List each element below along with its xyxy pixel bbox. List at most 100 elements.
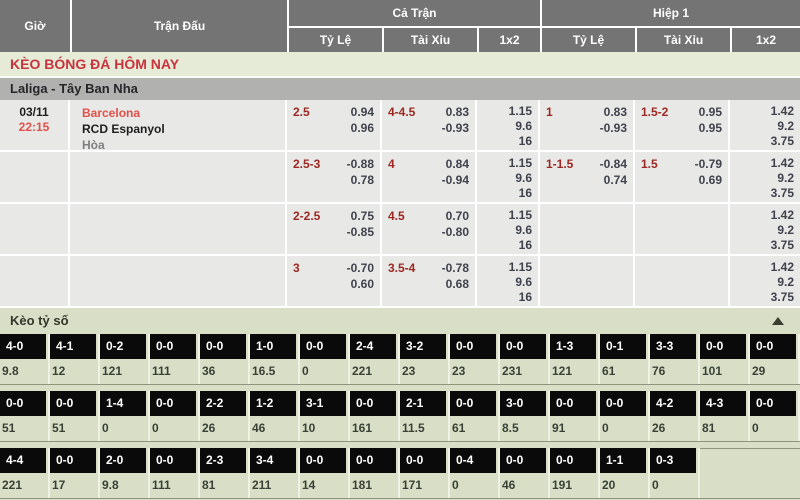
score-odds-cell[interactable]: 2-4221 [350, 334, 400, 384]
score-odds-cell[interactable]: 0-00 [150, 391, 200, 441]
score-odds-cell[interactable]: 0-017 [50, 448, 100, 498]
score-odds-cell[interactable]: 0-40 [450, 448, 500, 498]
match-cell [70, 256, 287, 306]
score-label: 3-1 [300, 391, 346, 416]
h1-handicap-cell[interactable]: 1-1.5 -0.84 0.74 [540, 152, 635, 202]
score-odds-cell[interactable]: 4-09.8 [0, 334, 50, 384]
score-label: 0-0 [600, 391, 646, 416]
score-odds-cell[interactable]: 1-40 [100, 391, 150, 441]
score-odds-cell[interactable]: 0-30 [650, 448, 700, 498]
handicap-line: 1 [546, 104, 553, 120]
score-odds-cell[interactable]: 0-029 [750, 334, 800, 384]
score-odds-cell[interactable]: 0-014 [300, 448, 350, 498]
score-odds-value: 221 [350, 359, 398, 384]
score-odds-cell[interactable]: 3-376 [650, 334, 700, 384]
score-odds-cell[interactable]: 3-4211 [250, 448, 300, 498]
handicap-line: 3 [293, 260, 300, 276]
score-odds-cell[interactable]: 1-016.5 [250, 334, 300, 384]
time-cell [0, 152, 70, 202]
score-odds-cell[interactable]: 0-091 [550, 391, 600, 441]
h1-1x2-cell[interactable]: 1.42 9.2 3.75 [730, 204, 800, 254]
ft-handicap-cell[interactable]: 2.5-3 -0.88 0.78 [287, 152, 382, 202]
score-odds-cell[interactable]: 2-226 [200, 391, 250, 441]
score-odds-cell[interactable]: 4-226 [650, 391, 700, 441]
score-odds-cell[interactable]: 0-046 [500, 448, 550, 498]
score-odds-cell[interactable]: 0-2121 [100, 334, 150, 384]
h1-1x2-cell[interactable]: 1.42 9.2 3.75 [730, 100, 800, 153]
score-odds-cell[interactable]: 1-246 [250, 391, 300, 441]
h1-1x2-cell[interactable]: 1.42 9.2 3.75 [730, 152, 800, 202]
score-odds-cell[interactable]: 2-381 [200, 448, 250, 498]
handicap-line: 2.5 [293, 104, 310, 120]
score-odds-cell[interactable]: 0-00 [300, 334, 350, 384]
away-team[interactable]: RCD Espanyol [82, 121, 285, 137]
score-odds-value: 16.5 [250, 359, 298, 384]
score-row: 4-09.84-1120-21210-01110-0361-016.50-002… [0, 334, 800, 385]
score-odds-value: 111 [150, 473, 198, 498]
score-odds-cell[interactable]: 0-0111 [150, 334, 200, 384]
collapse-arrow-icon[interactable] [772, 317, 784, 325]
ft-1x2-cell[interactable]: 1.15 9.6 16 [477, 100, 540, 153]
handicap-odds-home: -0.84 [600, 156, 627, 172]
score-label: 0-2 [100, 334, 146, 359]
handicap-odds-away: 0.96 [293, 120, 374, 136]
score-odds-value: 76 [650, 359, 698, 384]
h1-overunder-cell [635, 256, 730, 306]
handicap-odds-home: -0.88 [347, 156, 374, 172]
h1-handicap-cell[interactable]: 1 0.83 -0.93 [540, 100, 635, 153]
ft-1x2-cell[interactable]: 1.15 9.6 16 [477, 256, 540, 306]
ft-overunder-cell[interactable]: 4-4.5 0.83 -0.93 [382, 100, 477, 153]
1x2-home-odds: 1.42 [730, 208, 794, 223]
h1-overunder-cell[interactable]: 1.5 -0.79 0.69 [635, 152, 730, 202]
score-odds-value: 9.8 [0, 359, 48, 384]
score-odds-cell[interactable]: 0-036 [200, 334, 250, 384]
ft-handicap-cell[interactable]: 3 -0.70 0.60 [287, 256, 382, 306]
ft-overunder-cell[interactable]: 3.5-4 -0.78 0.68 [382, 256, 477, 306]
home-team[interactable]: Barcelona [82, 105, 285, 121]
match-cell[interactable]: Barcelona RCD Espanyol Hòa [70, 100, 287, 153]
score-odds-cell[interactable]: 0-0181 [350, 448, 400, 498]
1x2-away-odds: 3.75 [730, 134, 794, 149]
score-label: 0-0 [150, 334, 196, 359]
ft-handicap-cell[interactable]: 2-2.5 0.75 -0.85 [287, 204, 382, 254]
1x2-home-odds: 1.15 [477, 260, 532, 275]
score-odds-cell[interactable]: 1-120 [600, 448, 650, 498]
score-odds-cell[interactable]: 0-0231 [500, 334, 550, 384]
score-odds-cell[interactable]: 0-0101 [700, 334, 750, 384]
score-odds-cell[interactable]: 4-4221 [0, 448, 50, 498]
under-odds: -0.80 [388, 224, 469, 240]
score-odds-cell[interactable]: 2-111.5 [400, 391, 450, 441]
score-odds-cell[interactable]: 0-00 [750, 391, 800, 441]
score-odds-cell[interactable]: 0-051 [50, 391, 100, 441]
score-odds-cell[interactable]: 2-09.8 [100, 448, 150, 498]
score-label: 2-0 [100, 448, 146, 473]
score-odds-cell[interactable]: 3-08.5 [500, 391, 550, 441]
ft-handicap-cell[interactable]: 2.5 0.94 0.96 [287, 100, 382, 153]
score-odds-cell[interactable]: 0-0191 [550, 448, 600, 498]
h1-1x2-cell[interactable]: 1.42 9.2 3.75 [730, 256, 800, 306]
score-odds-cell[interactable]: 0-0111 [150, 448, 200, 498]
score-odds-cell[interactable]: 4-112 [50, 334, 100, 384]
score-odds-cell[interactable]: 1-3121 [550, 334, 600, 384]
betting-odds-page: Giờ Trận Đấu Cả Trận Hiệp 1 Tỷ Lệ Tài Xỉ… [0, 0, 800, 500]
1x2-home-odds: 1.42 [730, 260, 794, 275]
ft-overunder-cell[interactable]: 4.5 0.70 -0.80 [382, 204, 477, 254]
score-label: 0-0 [750, 334, 796, 359]
ft-1x2-cell[interactable]: 1.15 9.6 16 [477, 152, 540, 202]
score-odds-value: 0 [450, 473, 498, 498]
score-odds-cell[interactable]: 3-110 [300, 391, 350, 441]
score-odds-cell[interactable]: 4-381 [700, 391, 750, 441]
odds-row: 3 -0.70 0.60 3.5-4 -0.78 0.68 1.15 9.6 1… [0, 256, 800, 308]
score-odds-cell[interactable]: 0-0161 [350, 391, 400, 441]
score-odds-cell[interactable]: 3-223 [400, 334, 450, 384]
score-odds-cell[interactable]: 0-00 [600, 391, 650, 441]
ft-1x2-cell[interactable]: 1.15 9.6 16 [477, 204, 540, 254]
ft-overunder-cell[interactable]: 4 0.84 -0.94 [382, 152, 477, 202]
score-odds-cell[interactable]: 0-051 [0, 391, 50, 441]
score-odds-cell[interactable]: 0-061 [450, 391, 500, 441]
h1-overunder-cell[interactable]: 1.5-2 0.95 0.95 [635, 100, 730, 153]
handicap-odds-away: 0.74 [546, 172, 627, 188]
score-odds-cell[interactable]: 0-161 [600, 334, 650, 384]
score-odds-cell[interactable]: 0-023 [450, 334, 500, 384]
score-odds-cell[interactable]: 0-0171 [400, 448, 450, 498]
